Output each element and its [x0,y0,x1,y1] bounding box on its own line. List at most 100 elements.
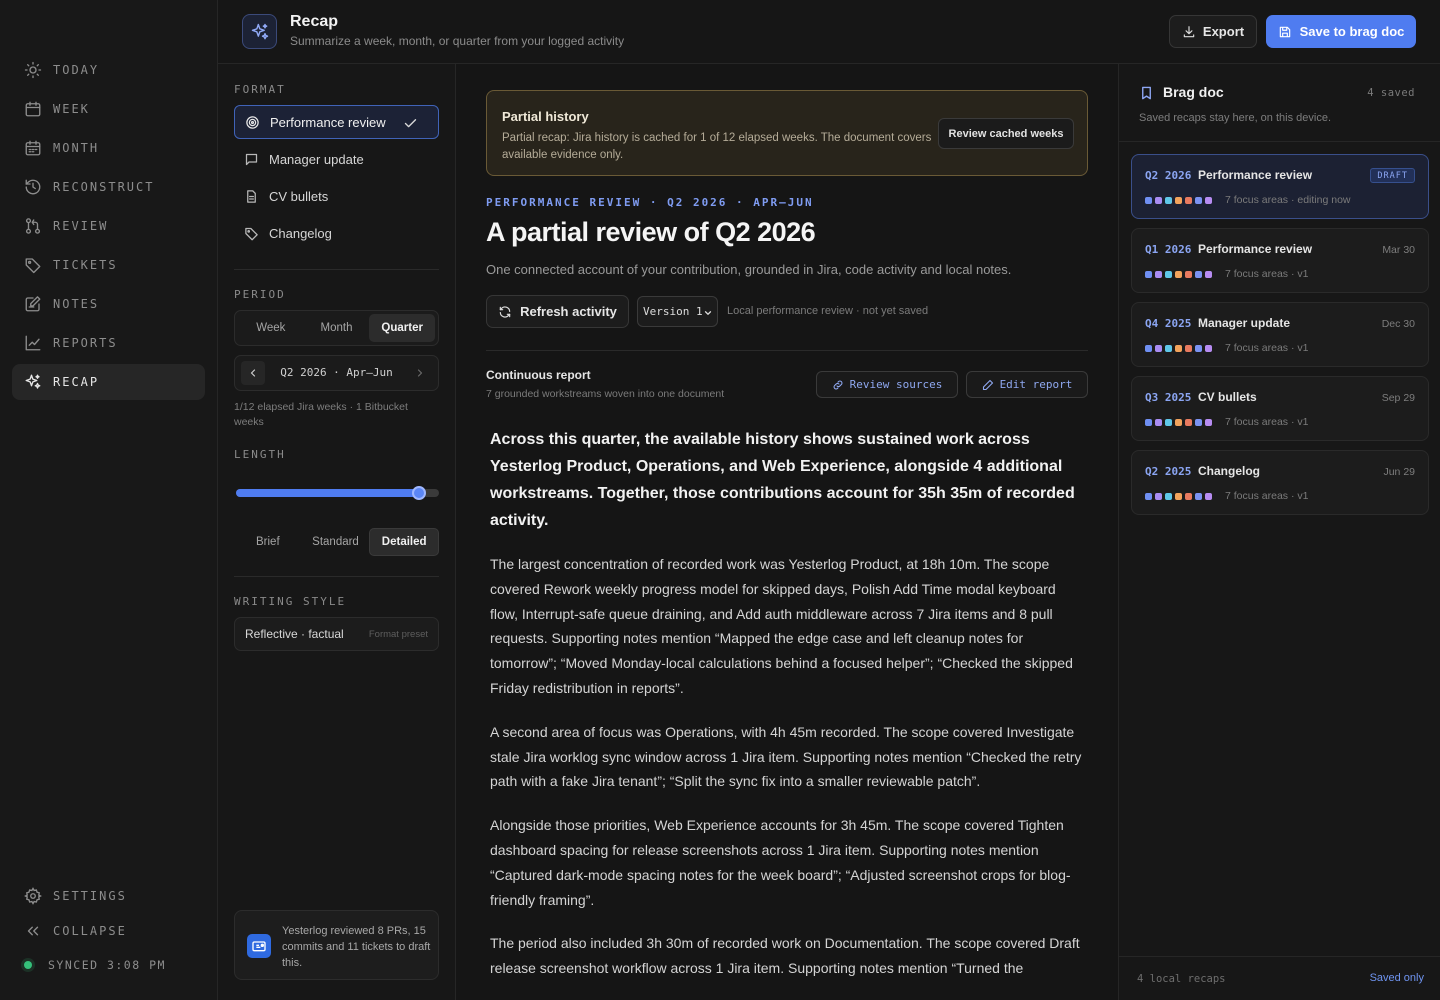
saved-recap-meta: 7 focus areas · editing now [1225,194,1351,206]
saved-recap-card[interactable]: Q3 2025 CV bullets Sep 29 7 focus areas · v… [1131,376,1429,441]
nav-item-reports[interactable]: REPORTS [12,325,205,361]
saved-recap-meta: 7 focus areas · v1 [1225,490,1309,502]
check-icon [404,119,417,128]
period-option-month[interactable]: Month [304,314,370,342]
edit-report-button[interactable]: Edit report [966,371,1088,398]
length-option-brief[interactable]: Brief [234,528,302,556]
review-sources-button[interactable]: Review sources [816,371,958,398]
saved-recap-card[interactable]: Q2 2026 Performance review DRAFT 7 focus ar… [1131,154,1429,219]
sparkle-icon [25,374,41,389]
report-paragraph: The largest concentration of recorded wo… [490,556,1073,696]
focus-area-dot [1155,197,1162,204]
format-option-performance-review[interactable]: Performance review [234,105,439,139]
save-to-brag-doc-button[interactable]: Save to brag doc [1266,15,1416,48]
save-state-note: Local performance review · not yet saved [727,305,929,317]
period-option-quarter[interactable]: Quarter [369,314,436,342]
saved-recap-card[interactable]: Q4 2025 Manager update Dec 30 7 focus areas… [1131,302,1429,367]
export-button[interactable]: Export [1169,15,1257,48]
period-option-week[interactable]: Week [238,314,304,342]
focus-area-dot [1185,345,1192,352]
recap-settings-panel: FORMAT Performance review Manager update… [218,64,456,1000]
format-option-label: Manager update [269,151,364,167]
version-select[interactable]: Version 1 [637,296,718,327]
nav-item-label: TICKETS [53,258,118,272]
focus-area-dot [1175,493,1182,500]
nav-item-notes[interactable]: NOTES [12,286,205,322]
sparkle-icon [251,23,268,39]
focus-area-dot [1145,345,1152,352]
focus-area-dots [1145,271,1212,278]
saved-recap-name: CV bullets [1198,390,1257,404]
bitbucket-icon [247,934,271,958]
nav-item-today[interactable]: TODAY [12,52,205,88]
length-option-detailed[interactable]: Detailed [369,528,440,556]
save-label: Save to brag doc [1299,24,1405,39]
length-option-standard[interactable]: Standard [302,528,370,556]
nav-item-tickets[interactable]: TICKETS [12,247,205,283]
focus-area-dot [1165,493,1172,500]
review-cached-weeks-button[interactable]: Review cached weeks [938,118,1074,149]
report-lead-paragraph: Across this quarter, the available histo… [490,431,1075,529]
banner-text: Partial recap: Jira history is cached fo… [502,132,932,161]
saved-recap-meta: 7 focus areas · v1 [1225,342,1309,354]
period-section-label: PERIOD [234,288,286,301]
target-icon [246,115,259,129]
brag-doc-subtitle: Saved recaps stay here, on this device. [1139,112,1331,124]
focus-area-dot [1195,271,1202,278]
saved-recap-card[interactable]: Q2 2025 Changelog Jun 29 7 focus areas · v1 [1131,450,1429,515]
bookmark-icon [1142,86,1151,100]
saved-recap-name: Manager update [1198,316,1291,330]
focus-area-dot [1145,271,1152,278]
partial-history-banner: Partial history Partial recap: Jira hist… [486,90,1088,176]
nav-item-label: MONTH [53,141,100,155]
length-slider[interactable] [236,486,439,500]
calendar-icon [25,101,41,117]
format-option-manager-update[interactable]: Manager update [234,142,439,176]
side-nav: TODAY WEEK MONTH RECONSTRUCT REVIEW TICK… [0,0,218,1000]
top-header: Recap Summarize a week, month, or quarte… [218,0,1440,64]
saved-only-filter[interactable]: Saved only [1370,972,1424,984]
floppy-disk-icon [1279,26,1290,37]
period-navigator: Q2 2026 · Apr–Jun [234,355,439,391]
nav-item-recap[interactable]: RECAP [12,364,205,400]
collapse-button[interactable]: COLLAPSE [12,913,205,949]
version-value: Version 1 [643,305,703,318]
refresh-activity-button[interactable]: Refresh activity [486,295,629,328]
nav-item-label: REPORTS [53,336,118,350]
saved-recap-name: Performance review [1198,168,1313,182]
chart-line-icon [25,335,41,351]
format-option-changelog[interactable]: Changelog [234,216,439,250]
sync-status-label: SYNCED 3:08 PM [48,958,166,972]
length-segmented-control: Brief Standard Detailed [234,528,440,556]
saved-recap-card[interactable]: Q1 2026 Performance review Mar 30 7 focus a… [1131,228,1429,293]
saved-recap-date: Jun 29 [1383,466,1415,478]
recap-logo [242,14,277,49]
tag-icon [25,258,41,274]
length-slider-thumb[interactable] [411,486,426,500]
report-paragraph: A second area of focus was Operations, w… [490,723,1082,790]
nav-item-week[interactable]: WEEK [12,91,205,127]
sun-icon [24,61,42,79]
nav-item-review[interactable]: REVIEW [12,208,205,244]
continuous-report-subtitle: 7 grounded workstreams woven into one do… [486,388,725,400]
format-option-label: Changelog [269,225,332,241]
focus-area-dot [1185,493,1192,500]
focus-area-dots [1145,345,1212,352]
focus-area-dot [1205,419,1212,426]
focus-area-dot [1145,493,1152,500]
draft-badge: DRAFT [1370,168,1415,183]
writing-style-select[interactable]: Reflective · factual Format preset [234,617,439,651]
format-option-cv-bullets[interactable]: CV bullets [234,179,439,213]
brag-doc-footer: 4 local recaps Saved only [1119,956,1440,1000]
focus-area-dot [1195,197,1202,204]
nav-item-reconstruct[interactable]: RECONSTRUCT [12,169,205,205]
nav-item-month[interactable]: MONTH [12,130,205,166]
next-period-button[interactable] [408,361,432,385]
tag-icon [245,227,258,240]
nav-item-settings[interactable]: SETTINGS [12,878,205,914]
focus-area-dot [1195,345,1202,352]
page-title: Recap [290,13,339,30]
focus-area-dot [1175,345,1182,352]
focus-area-dot [1155,419,1162,426]
focus-area-dots [1145,419,1212,426]
